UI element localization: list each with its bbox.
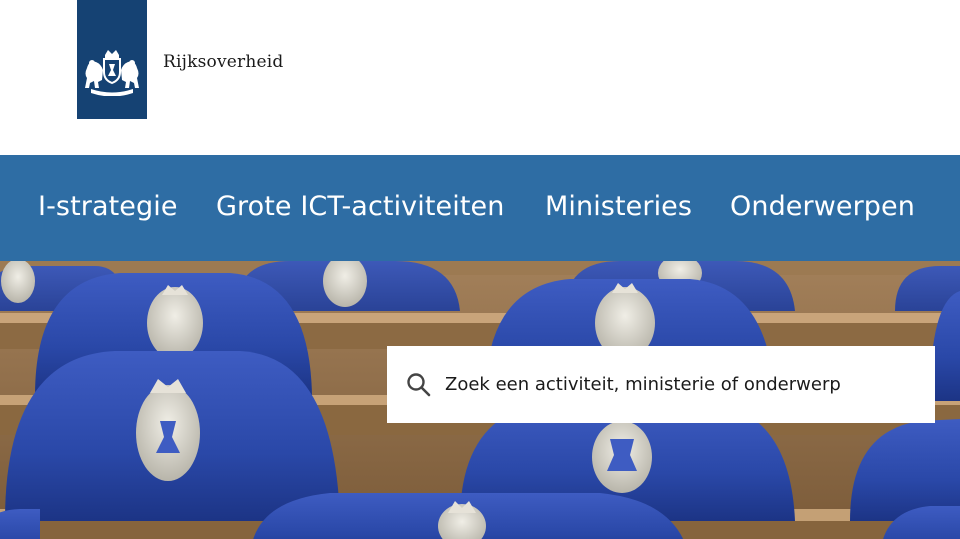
coat-of-arms-icon [85,50,139,96]
search-box[interactable] [387,346,935,423]
main-navigation: I-strategie Grote ICT-activiteiten Minis… [0,155,960,261]
nav-item-grote-ict-activiteiten[interactable]: Grote ICT-activiteiten [216,189,504,225]
search-icon[interactable] [406,372,432,398]
brand-name[interactable]: Rijksoverheid [163,52,284,72]
nav-item-ministeries[interactable]: Ministeries [545,189,692,225]
nav-item-i-strategie[interactable]: I-strategie [38,189,178,225]
search-input[interactable] [445,366,915,402]
rijksoverheid-logo[interactable] [77,0,147,119]
site-header: Rijksoverheid [0,0,960,155]
nav-item-onderwerpen[interactable]: Onderwerpen [730,189,915,225]
